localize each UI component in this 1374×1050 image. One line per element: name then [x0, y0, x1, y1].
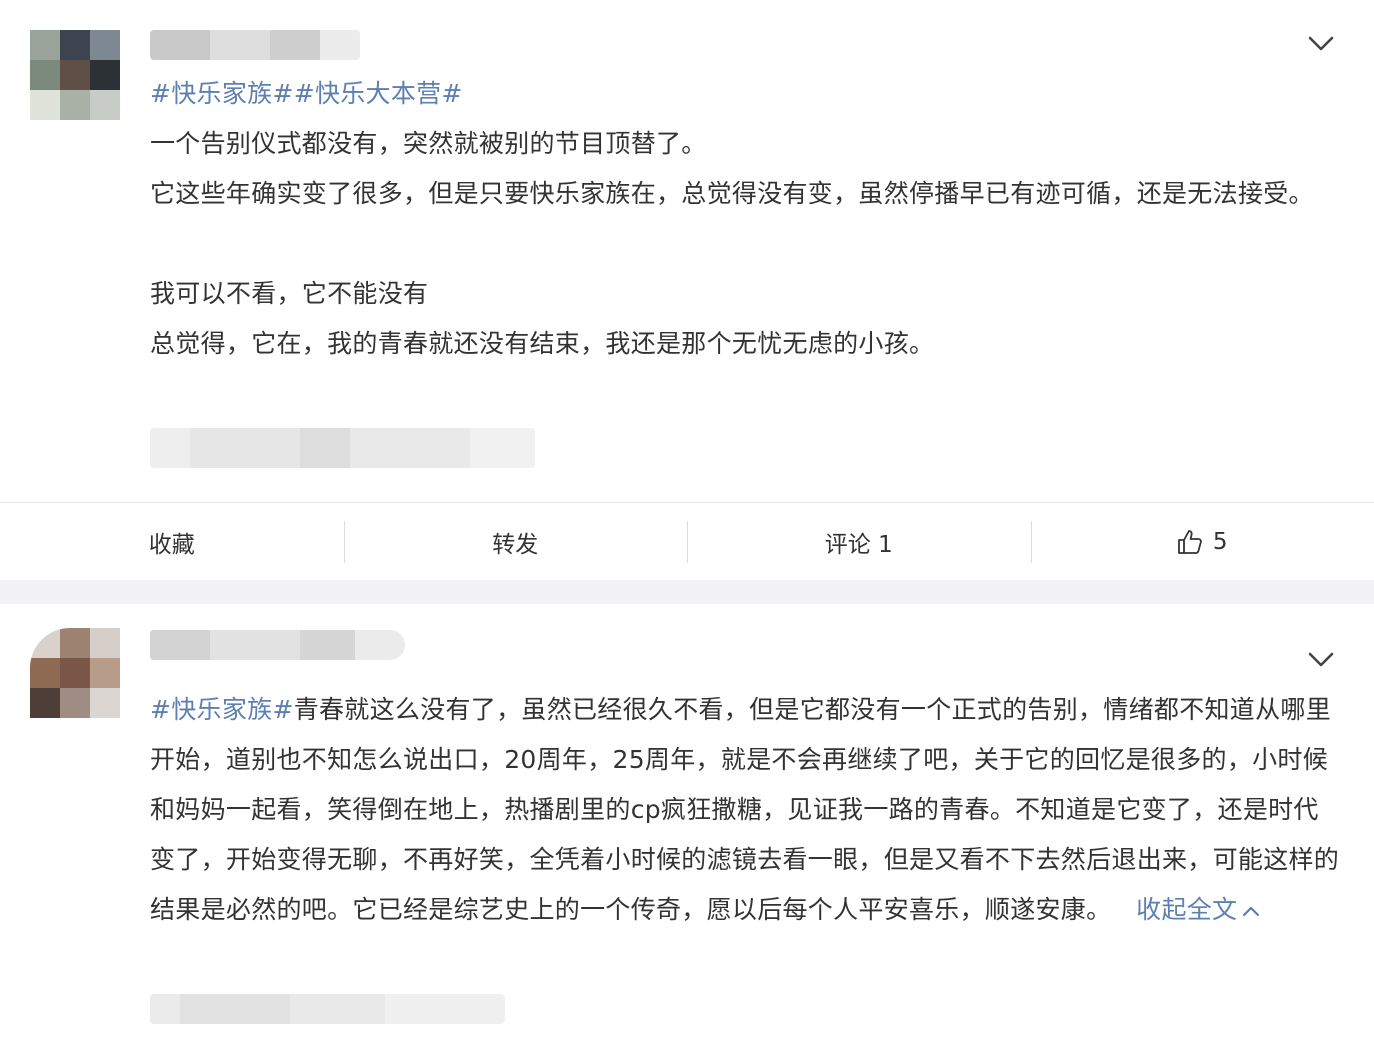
hashtag[interactable]: #快乐家族##快乐大本营# — [150, 69, 1340, 119]
post-source — [150, 428, 535, 468]
post-text: #快乐家族##快乐大本营# 一个告别仪式都没有，突然就被别的节目顶替了。 它这些… — [150, 69, 1340, 369]
repost-button[interactable]: 转发 — [343, 503, 688, 580]
repost-label: 转发 — [492, 531, 539, 558]
chevron-down-icon[interactable] — [1306, 644, 1336, 674]
post-source — [150, 994, 505, 1024]
chevron-down-icon[interactable] — [1306, 28, 1336, 58]
collapse-link[interactable]: 收起全文 — [1120, 895, 1262, 924]
post-card: #快乐家族#青春就这么没有了，虽然已经很久不看，但是它都没有一个正式的告别，情绪… — [0, 604, 1374, 1050]
username[interactable] — [150, 630, 405, 660]
post-paragraph: 一个告别仪式都没有，突然就被别的节目顶替了。 — [150, 129, 707, 158]
like-count: 5 — [1212, 528, 1228, 555]
favorite-label: 收藏 — [148, 531, 195, 558]
avatar[interactable] — [30, 30, 120, 120]
comment-label: 评论 1 — [824, 531, 893, 558]
like-button[interactable]: 5 — [1030, 503, 1374, 580]
chevron-up-icon — [1243, 906, 1260, 917]
post-paragraph: 我可以不看，它不能没有 — [150, 279, 429, 308]
post-paragraph: 总觉得，它在，我的青春就还没有结束，我还是那个无忧无虑的小孩。 — [150, 329, 935, 358]
post-card: #快乐家族##快乐大本营# 一个告别仪式都没有，突然就被别的节目顶替了。 它这些… — [0, 0, 1374, 580]
post-text: #快乐家族#青春就这么没有了，虽然已经很久不看，但是它都没有一个正式的告别，情绪… — [150, 685, 1340, 935]
post-paragraph: 它这些年确实变了很多，但是只要快乐家族在，总觉得没有变，虽然停播早已有迹可循，还… — [150, 179, 1314, 208]
username[interactable] — [150, 30, 360, 60]
avatar[interactable] — [30, 628, 120, 718]
collapse-label: 收起全文 — [1136, 895, 1238, 924]
thumbs-up-icon — [1178, 529, 1202, 554]
comment-button[interactable]: 评论 1 — [687, 503, 1031, 580]
action-bar: 收藏 转发 评论 1 5 — [0, 502, 1374, 580]
favorite-button[interactable]: 收藏 — [0, 503, 344, 580]
post-body: 青春就这么没有了，虽然已经很久不看，但是它都没有一个正式的告别，情绪都不知道从哪… — [150, 695, 1340, 924]
hashtag[interactable]: #快乐家族# — [150, 695, 294, 724]
